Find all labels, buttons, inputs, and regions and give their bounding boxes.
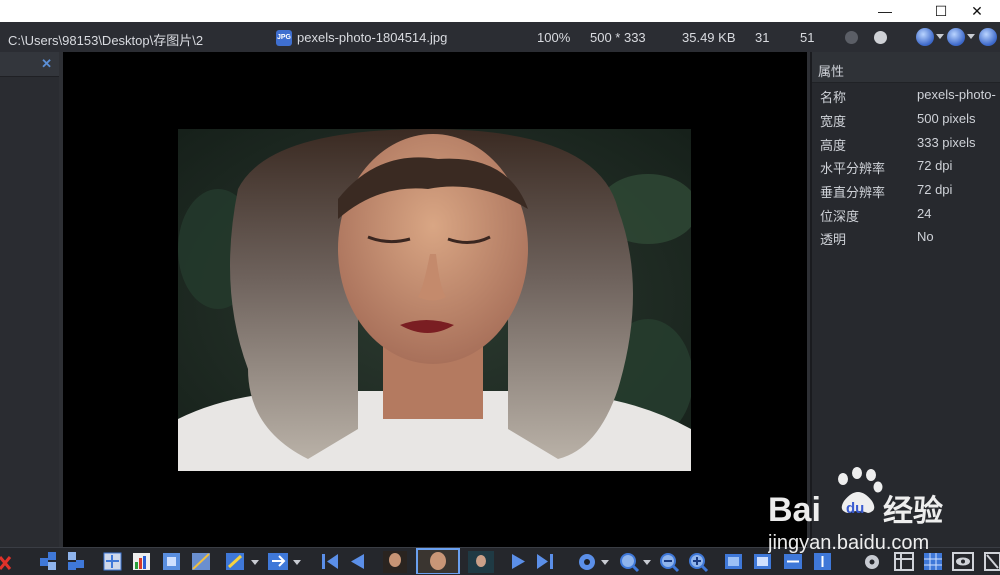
layout-panel-icon[interactable] <box>894 552 914 571</box>
brand-du: du <box>846 500 864 517</box>
jpg-file-icon: JPG <box>276 30 292 46</box>
property-row: 透明 No <box>812 229 1000 251</box>
chevron-down-icon[interactable] <box>643 560 651 565</box>
title-bar: — ☐ ✕ <box>0 0 1000 22</box>
info-number-2: 51 <box>800 30 815 45</box>
delete-icon[interactable] <box>0 556 12 570</box>
property-key: 水平分辨率 <box>820 161 886 176</box>
thumbnail-next[interactable] <box>468 551 494 573</box>
brand-url: jingyan.baidu.com <box>768 532 929 554</box>
chevron-down-icon[interactable] <box>967 34 975 39</box>
status-dot-icon[interactable] <box>874 31 887 44</box>
zoom-out-icon[interactable] <box>660 553 680 573</box>
property-row: 水平分辨率 72 dpi <box>812 158 1000 180</box>
arrange-2-icon[interactable] <box>68 552 84 570</box>
image-dimensions: 500 * 333 <box>590 30 646 45</box>
thumbnail-prev[interactable] <box>383 551 407 573</box>
left-panel-header: ✕ <box>0 52 60 77</box>
property-key: 位深度 <box>820 209 860 224</box>
minimize-button[interactable]: — <box>862 0 908 22</box>
properties-title: 属性 <box>818 64 845 79</box>
property-key: 垂直分辨率 <box>820 185 886 200</box>
zoom-in-icon[interactable] <box>689 553 709 573</box>
fit-width-icon[interactable] <box>725 554 742 569</box>
baidu-logo: Bai du 经验 jingyan.baidu.com <box>767 467 943 554</box>
next-image-icon[interactable] <box>512 554 525 569</box>
last-image-icon[interactable] <box>537 554 553 569</box>
property-value: No <box>917 229 934 244</box>
property-row: 垂直分辨率 72 dpi <box>812 182 1000 204</box>
zoom-level: 100% <box>537 30 571 45</box>
thumbnail-current[interactable] <box>416 548 460 574</box>
brand-bai: Bai <box>768 491 821 529</box>
info-bar: C:\Users\98153\Desktop\存图片\2 JPG pexels-… <box>0 22 1000 52</box>
edit-image-icon[interactable] <box>192 553 210 570</box>
property-value: 72 dpi <box>917 182 953 197</box>
property-row: 宽度 500 pixels <box>812 111 1000 133</box>
info-number-1: 31 <box>755 30 770 45</box>
property-row: 高度 333 pixels <box>812 135 1000 157</box>
draw-icon[interactable] <box>226 553 244 570</box>
tools-gear-icon[interactable] <box>865 555 879 569</box>
chevron-down-icon[interactable] <box>936 34 944 39</box>
image-viewer[interactable] <box>63 52 807 547</box>
property-key: 透明 <box>820 232 847 247</box>
crop-icon[interactable] <box>163 553 180 570</box>
first-image-icon[interactable] <box>322 554 338 569</box>
close-icon: ✕ <box>971 2 983 19</box>
actual-size-icon[interactable] <box>754 554 771 569</box>
histogram-icon[interactable] <box>133 553 150 570</box>
brand-jingyan: 经验 <box>883 494 943 529</box>
previous-image-icon[interactable] <box>351 554 364 569</box>
minimize-icon: — <box>878 3 892 19</box>
fit-vertical-icon[interactable] <box>814 553 831 570</box>
folder-path: C:\Users\98153\Desktop\存图片\2 <box>8 33 204 48</box>
property-value: 333 pixels <box>917 135 976 150</box>
settings-gear-icon[interactable] <box>579 554 595 570</box>
chevron-down-icon[interactable] <box>601 560 609 565</box>
maximize-icon: ☐ <box>934 2 948 19</box>
property-value: pexels-photo- <box>917 87 996 102</box>
property-row: 名称 pexels-photo- <box>812 87 1000 109</box>
properties-header: 属性 <box>812 52 1000 83</box>
photo-illustration <box>178 129 691 471</box>
baidu-watermark: Bai du 经验 jingyan.baidu.com <box>767 465 1000 555</box>
arrange-icon[interactable] <box>40 552 56 570</box>
nav-button-icon[interactable] <box>916 28 934 46</box>
property-key: 名称 <box>820 90 847 105</box>
file-name: pexels-photo-1804514.jpg <box>297 30 448 45</box>
property-key: 高度 <box>820 138 847 153</box>
property-value: 24 <box>917 206 932 221</box>
property-row: 位深度 24 <box>812 206 1000 228</box>
photo-portrait <box>178 129 691 471</box>
file-size: 35.49 KB <box>682 30 736 45</box>
export-icon[interactable] <box>268 553 288 570</box>
close-button[interactable]: ✕ <box>954 0 1000 22</box>
left-panel: ✕ <box>0 52 60 547</box>
grid-view-icon[interactable] <box>924 553 942 570</box>
nav-button-icon[interactable] <box>979 28 997 46</box>
preview-eye-icon[interactable] <box>952 552 974 571</box>
zoom-icon[interactable] <box>620 553 640 573</box>
status-dot-icon[interactable] <box>845 31 858 44</box>
fullscreen-icon[interactable] <box>984 552 1000 571</box>
fit-horizontal-icon[interactable] <box>784 554 802 569</box>
fit-window-icon[interactable] <box>103 552 122 571</box>
property-value: 500 pixels <box>917 111 976 126</box>
nav-button-icon[interactable] <box>947 28 965 46</box>
close-panel-icon[interactable]: ✕ <box>41 56 52 72</box>
chevron-down-icon[interactable] <box>293 560 301 565</box>
property-value: 72 dpi <box>917 158 953 173</box>
property-key: 宽度 <box>820 114 847 129</box>
chevron-down-icon[interactable] <box>251 560 259 565</box>
